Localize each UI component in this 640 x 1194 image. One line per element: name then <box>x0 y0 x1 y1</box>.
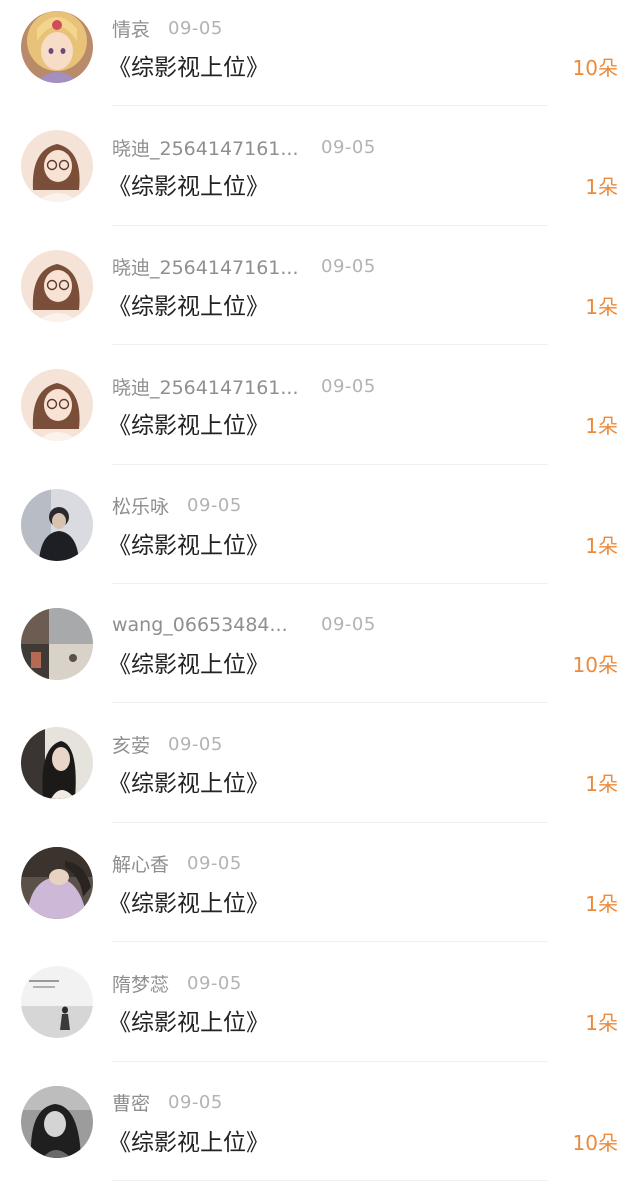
comment-meta: 晓迪_2564147161... 09-05 <box>112 133 376 161</box>
comment-date: 09-05 <box>321 375 376 397</box>
comment-date: 09-05 <box>187 495 242 517</box>
gift-count: 1朵 <box>585 414 618 439</box>
comment-meta: 亥荌 09-05 <box>112 730 223 758</box>
comment-meta: 曹密 09-05 <box>112 1089 223 1117</box>
divider <box>112 1060 548 1062</box>
list-item[interactable]: wang_06653484... 09-05 《综影视上位》 10朵 <box>0 597 640 716</box>
divider <box>112 1179 548 1181</box>
comment-date: 09-05 <box>187 853 242 875</box>
anime-girl-gold-icon <box>21 11 93 83</box>
gift-count: 1朵 <box>585 294 618 319</box>
user-name[interactable]: 曹密 <box>112 1089 150 1116</box>
book-title[interactable]: 《综影视上位》 <box>108 884 269 918</box>
comment-date: 09-05 <box>168 17 223 39</box>
comment-meta: 解心香 09-05 <box>112 850 242 878</box>
comment-date: 09-05 <box>168 733 223 755</box>
collage-photo-icon <box>21 607 93 680</box>
divider <box>112 463 548 465</box>
divider <box>112 224 548 226</box>
comment-meta: 晓迪_2564147161... 09-05 <box>112 253 376 281</box>
avatar[interactable] <box>21 966 93 1039</box>
woman-dark-photo-icon <box>21 727 93 800</box>
user-name[interactable]: 晓迪_2564147161... <box>112 134 302 161</box>
comment-date: 09-05 <box>321 256 376 278</box>
comment-date: 09-05 <box>168 1092 223 1114</box>
book-title[interactable]: 《综影视上位》 <box>108 167 269 201</box>
gift-count: 10朵 <box>572 1130 618 1155</box>
user-name[interactable]: 解心香 <box>112 850 169 877</box>
comment-meta: 隋梦蕊 09-05 <box>112 969 242 997</box>
gift-count: 1朵 <box>585 891 618 916</box>
list-item[interactable]: 晓迪_2564147161... 09-05 《综影视上位》 1朵 <box>0 119 640 238</box>
list-item[interactable]: 松乐咏 09-05 《综影视上位》 1朵 <box>0 478 640 597</box>
girl-glasses-illustration-icon <box>21 249 93 322</box>
user-name[interactable]: 隋梦蕊 <box>112 970 169 997</box>
book-title[interactable]: 《综影视上位》 <box>108 1123 269 1157</box>
comment-meta: wang_06653484... 09-05 <box>112 611 376 639</box>
list-item[interactable]: 解心香 09-05 《综影视上位》 1朵 <box>0 836 640 955</box>
avatar[interactable] <box>21 130 93 203</box>
divider <box>112 941 548 943</box>
avatar[interactable] <box>21 249 93 322</box>
list-item[interactable]: 情哀 09-05 《综影视上位》 10朵 <box>0 0 640 119</box>
user-name[interactable]: 晓迪_2564147161... <box>112 373 302 400</box>
list-item[interactable]: 曹密 09-05 《综影视上位》 10朵 <box>0 1075 640 1194</box>
user-name[interactable]: wang_06653484... <box>112 614 302 636</box>
divider <box>112 105 548 107</box>
avatar[interactable] <box>21 846 93 919</box>
avatar[interactable] <box>21 1085 93 1158</box>
gift-count: 1朵 <box>585 175 618 200</box>
divider <box>112 702 548 704</box>
divider <box>112 344 548 346</box>
list-item[interactable]: 晓迪_2564147161... 09-05 《综影视上位》 1朵 <box>0 358 640 477</box>
book-title[interactable]: 《综影视上位》 <box>108 406 269 440</box>
list-item[interactable]: 亥荌 09-05 《综影视上位》 1朵 <box>0 716 640 835</box>
gift-count: 1朵 <box>585 1011 618 1036</box>
comment-meta: 情哀 09-05 <box>112 14 223 42</box>
book-title[interactable]: 《综影视上位》 <box>108 526 269 560</box>
list-item[interactable]: 晓迪_2564147161... 09-05 《综影视上位》 1朵 <box>0 239 640 358</box>
divider <box>112 582 548 584</box>
avatar[interactable] <box>21 607 93 680</box>
avatar[interactable] <box>21 11 93 83</box>
gift-count: 1朵 <box>585 533 618 558</box>
comment-date: 09-05 <box>321 136 376 158</box>
divider <box>112 821 548 823</box>
woman-bw-photo-icon <box>21 1085 93 1158</box>
avatar[interactable] <box>21 727 93 800</box>
list-item[interactable]: 隋梦蕊 09-05 《综影视上位》 1朵 <box>0 955 640 1074</box>
woman-sweater-photo-icon <box>21 846 93 919</box>
comment-meta: 松乐咏 09-05 <box>112 492 242 520</box>
user-name[interactable]: 亥荌 <box>112 731 150 758</box>
user-name[interactable]: 情哀 <box>112 15 150 42</box>
comment-date: 09-05 <box>187 972 242 994</box>
gift-count: 10朵 <box>572 56 618 80</box>
boy-photo-icon <box>21 488 93 561</box>
book-title[interactable]: 《综影视上位》 <box>108 48 269 82</box>
user-name[interactable]: 晓迪_2564147161... <box>112 253 302 280</box>
book-title[interactable]: 《综影视上位》 <box>108 287 269 321</box>
gift-count: 10朵 <box>572 652 618 677</box>
gift-count: 1朵 <box>585 772 618 797</box>
comment-meta: 晓迪_2564147161... 09-05 <box>112 372 376 400</box>
avatar[interactable] <box>21 488 93 561</box>
gift-comment-list: 情哀 09-05 《综影视上位》 10朵 晓迪_2564147161... 09… <box>0 0 640 1194</box>
beach-silhouette-photo-icon <box>21 966 93 1039</box>
user-name[interactable]: 松乐咏 <box>112 492 169 519</box>
book-title[interactable]: 《综影视上位》 <box>108 764 269 798</box>
book-title[interactable]: 《综影视上位》 <box>108 1003 269 1037</box>
girl-glasses-illustration-icon <box>21 369 93 442</box>
avatar[interactable] <box>21 369 93 442</box>
girl-glasses-illustration-icon <box>21 130 93 203</box>
comment-date: 09-05 <box>321 614 376 636</box>
book-title[interactable]: 《综影视上位》 <box>108 645 269 679</box>
